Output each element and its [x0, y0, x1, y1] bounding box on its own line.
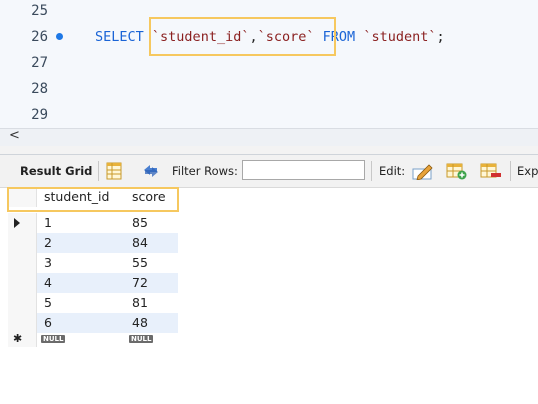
row-header[interactable]	[8, 313, 37, 333]
row-header[interactable]	[8, 253, 37, 273]
line-number: 29	[31, 107, 48, 123]
horizontal-scrollbar[interactable]: <	[0, 128, 538, 146]
editor-line: 25	[0, 0, 538, 26]
cell-student-id[interactable]: 2	[37, 233, 125, 253]
line-number: 25	[31, 3, 48, 19]
edit-label: Edit:	[379, 164, 406, 178]
statement-marker-icon	[56, 33, 63, 40]
cell-score[interactable]: 84	[125, 233, 178, 253]
row-header[interactable]	[8, 233, 37, 253]
grid-layout-icon[interactable]	[106, 162, 122, 180]
line-number: 26	[31, 29, 48, 45]
sql-keyword-select: SELECT	[95, 29, 144, 45]
table-row[interactable]: 5 81	[8, 293, 178, 313]
header-highlight-box	[7, 187, 179, 212]
table-row[interactable]: 2 84	[8, 233, 178, 253]
row-header[interactable]: ✱	[8, 332, 37, 347]
editor-line: 27	[0, 52, 538, 78]
cell-student-id[interactable]: 4	[37, 273, 125, 293]
editor-line-active[interactable]: 26 SELECT `student_id`,`score` FROM `stu…	[0, 26, 538, 52]
sql-table-name: `student`	[363, 29, 437, 45]
table-row[interactable]: 4 72	[8, 273, 178, 293]
cell-score[interactable]: 85	[125, 213, 178, 233]
toolbar-separator	[98, 161, 99, 181]
export-label[interactable]: Exp	[517, 155, 538, 187]
cell-score[interactable]: 72	[125, 273, 178, 293]
new-row-asterisk-icon: ✱	[13, 332, 23, 345]
sql-column-score: `score`	[257, 29, 315, 45]
editor-line: 29	[0, 104, 538, 130]
refresh-icon[interactable]	[141, 163, 161, 179]
add-row-icon[interactable]	[446, 163, 468, 180]
cell-score[interactable]: 48	[125, 313, 178, 333]
cell-student-id[interactable]: 3	[37, 253, 125, 273]
cell-student-id-null[interactable]: NULL	[37, 333, 125, 347]
result-toolbar: Result Grid Filter Rows: Edit: Exp	[0, 155, 538, 188]
delete-row-icon[interactable]	[480, 163, 502, 180]
line-number: 27	[31, 55, 48, 71]
sql-keyword-from: FROM	[322, 29, 356, 45]
edit-cell-icon[interactable]	[412, 162, 434, 180]
editor-line: 28	[0, 78, 538, 104]
cell-score-null[interactable]: NULL	[125, 333, 178, 347]
cell-score[interactable]: 81	[125, 293, 178, 313]
cell-score[interactable]: 55	[125, 253, 178, 273]
line-number: 28	[31, 81, 48, 97]
filter-rows-label: Filter Rows:	[172, 164, 238, 178]
toolbar-separator	[510, 161, 511, 181]
sql-editor[interactable]: 25 26 SELECT `student_id`,`score` FROM `…	[0, 0, 538, 128]
current-row-arrow-icon	[14, 218, 20, 228]
filter-rows-input[interactable]	[242, 160, 365, 180]
table-row[interactable]: 1 85	[8, 213, 178, 233]
cell-student-id[interactable]: 1	[37, 213, 125, 233]
result-grid-tab[interactable]: Result Grid	[20, 155, 92, 187]
cell-student-id[interactable]: 5	[37, 293, 125, 313]
scroll-left-arrow-icon[interactable]: <	[9, 128, 20, 143]
table-row[interactable]: 6 48	[8, 313, 178, 333]
null-badge: NULL	[41, 334, 66, 343]
sql-comma: ,	[249, 29, 258, 45]
row-header[interactable]	[8, 213, 37, 233]
panel-splitter[interactable]	[0, 146, 538, 155]
sql-statement: SELECT `student_id`,`score` FROM `studen…	[95, 29, 445, 45]
sql-semicolon: ;	[436, 29, 445, 45]
toolbar-separator	[371, 161, 372, 181]
sql-column-student-id: `student_id`	[151, 29, 250, 45]
table-row[interactable]: 3 55	[8, 253, 178, 273]
row-header[interactable]	[8, 293, 37, 313]
new-row[interactable]: ✱ NULL NULL	[8, 332, 178, 347]
row-header[interactable]	[8, 273, 37, 293]
null-badge: NULL	[129, 334, 154, 343]
cell-student-id[interactable]: 6	[37, 313, 125, 333]
